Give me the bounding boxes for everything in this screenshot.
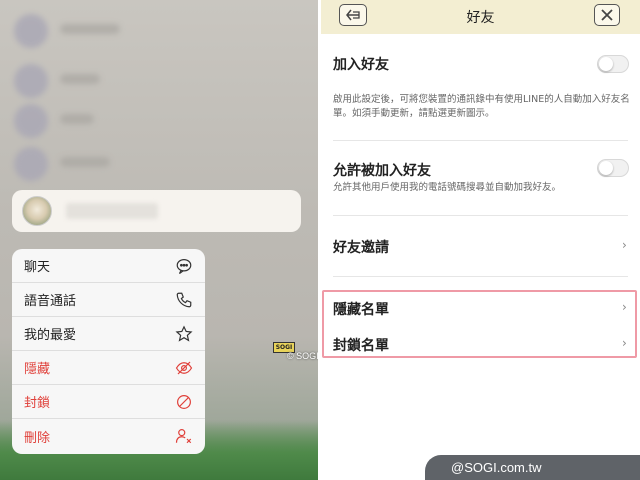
toggle-knob [599, 161, 613, 175]
allow-add-label: 允許被加入好友 [333, 163, 431, 179]
menu-item-favorite[interactable]: 我的最愛 [12, 317, 205, 351]
blurred-chat-row [14, 14, 264, 48]
blurred-chat-row [14, 64, 264, 98]
chat-bubble-icon [176, 258, 192, 274]
divider [333, 140, 628, 141]
menu-item-label: 刪除 [24, 430, 51, 446]
menu-item-voice-call[interactable]: 語音通話 [12, 283, 205, 317]
menu-item-delete[interactable]: 刪除 [12, 419, 205, 453]
highlight-box [322, 290, 637, 358]
menu-item-label: 語音通話 [24, 294, 77, 309]
blurred-chat-row [14, 104, 264, 138]
star-icon [175, 324, 193, 342]
selected-contact-chip[interactable] [12, 190, 301, 232]
friends-settings-screen: 好友 加入好友 啟用此設定後，可將您裝置的通訊錄中有使用LINE的人自動加入好友… [321, 0, 640, 480]
avatar [22, 196, 52, 226]
contact-name-blurred [66, 203, 158, 219]
menu-item-label: 我的最愛 [24, 328, 77, 343]
menu-item-label: 聊天 [24, 260, 51, 275]
menu-item-label: 封鎖 [24, 396, 51, 411]
remove-user-icon [175, 429, 192, 444]
menu-item-label: 隱藏 [24, 362, 51, 377]
divider [333, 215, 628, 216]
allow-add-description: 允許其他用戶使用我的電話號碼搜尋並自動加我好友。 [333, 182, 562, 193]
menu-item-hide[interactable]: 隱藏 [12, 351, 205, 385]
nav-bar: 好友 [321, 0, 640, 34]
page-title: 好友 [466, 10, 495, 26]
add-friends-description: 啟用此設定後，可將您裝置的通訊錄中有使用LINE的人自動加入好友名單。如須手動更… [333, 94, 630, 119]
menu-item-chat[interactable]: 聊天 [12, 249, 205, 283]
close-icon [601, 9, 613, 21]
sogi-watermark: @SOGI.com.tw [425, 455, 640, 480]
block-icon [177, 394, 191, 409]
allow-add-toggle[interactable] [597, 159, 629, 177]
add-friends-toggle[interactable] [597, 55, 629, 73]
chevron-right-icon: › [622, 238, 627, 252]
sogi-small-watermark: © SOGI.com.tw [287, 351, 318, 361]
blurred-chat-row [14, 147, 264, 181]
close-button[interactable] [594, 4, 620, 26]
add-friends-label: 加入好友 [333, 57, 389, 73]
contact-context-menu: 聊天 語音通話 我的最愛 隱藏 封鎖 刪除 [12, 249, 205, 454]
menu-item-block[interactable]: 封鎖 [12, 385, 205, 419]
phone-icon [176, 292, 192, 307]
divider [333, 276, 628, 277]
toggle-knob [599, 57, 613, 71]
eye-off-icon [175, 361, 193, 374]
chat-list-background: 聊天 語音通話 我的最愛 隱藏 封鎖 刪除 SOGI © SOGI.com.tw [0, 0, 318, 480]
friend-invites-item[interactable]: 好友邀請 [333, 237, 389, 257]
